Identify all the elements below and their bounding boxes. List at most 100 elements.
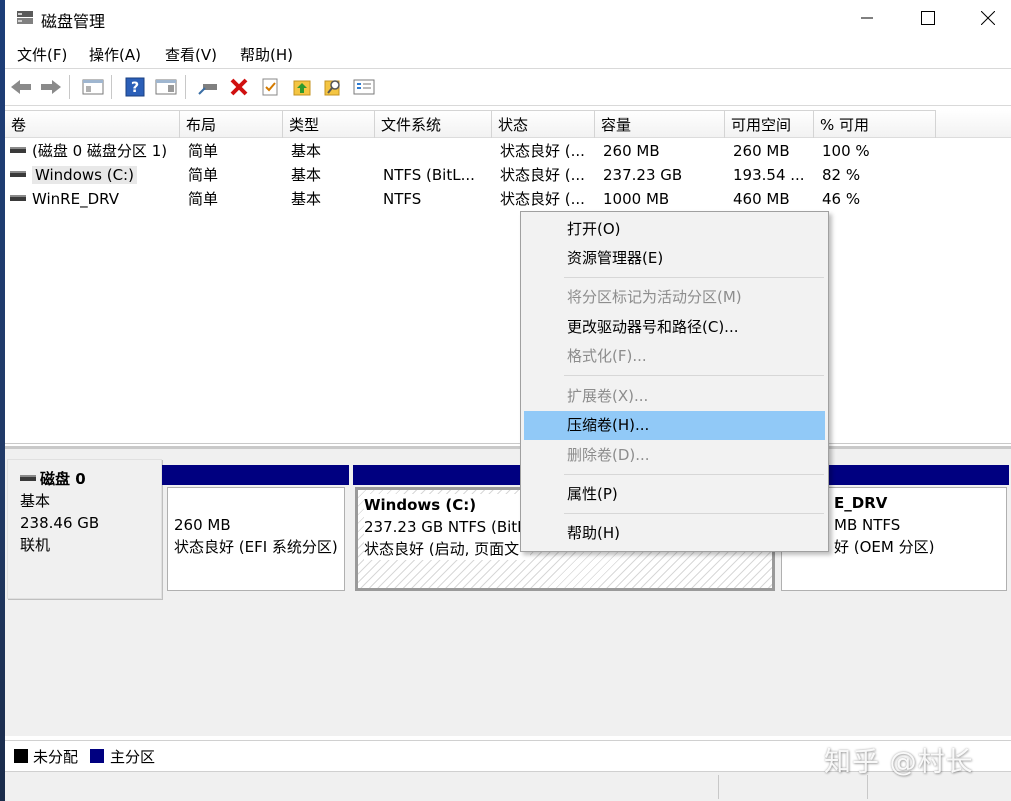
disk-name-line: 磁盘 0 bbox=[20, 468, 161, 490]
delete-button[interactable] bbox=[226, 74, 252, 100]
table-row[interactable]: Windows (C:) 简单 基本 NTFS (BitL... 状态良好 (.… bbox=[5, 163, 1011, 187]
cell-percent-free: 100 % bbox=[822, 142, 870, 160]
properties-icon bbox=[155, 79, 177, 95]
partition-name: Windows (C:) bbox=[364, 496, 477, 514]
list-icon bbox=[353, 79, 375, 95]
legend-primary-swatch bbox=[90, 749, 104, 763]
menu-help[interactable]: 帮助(H) bbox=[240, 44, 293, 65]
watermark: 知乎 @村长 bbox=[824, 747, 974, 778]
minimize-button[interactable] bbox=[844, 0, 890, 36]
column-header-volume[interactable]: 卷 bbox=[5, 110, 180, 138]
partition-header-bar bbox=[162, 465, 349, 485]
disk-graphical-view: 磁盘 0 基本 238.46 GB 联机 260 MB 状态良好 (EFI 系统… bbox=[5, 446, 1011, 736]
partition-size: 237.23 GB NTFS (BitL bbox=[364, 518, 526, 536]
menu-separator bbox=[564, 513, 824, 514]
menu-item-format[interactable]: 格式化(F)... bbox=[524, 342, 825, 371]
maximize-icon bbox=[921, 11, 935, 25]
back-icon bbox=[11, 80, 31, 94]
cell-capacity: 237.23 GB bbox=[603, 166, 683, 184]
table-row[interactable]: WinRE_DRV 简单 基本 NTFS 状态良好 (... 1000 MB 4… bbox=[5, 187, 1011, 211]
maximize-button[interactable] bbox=[905, 0, 951, 36]
search-icon bbox=[324, 80, 340, 96]
up-button[interactable] bbox=[289, 74, 315, 100]
cell-status: 状态良好 (... bbox=[500, 142, 585, 160]
delete-icon bbox=[230, 78, 248, 96]
forward-icon bbox=[41, 80, 61, 94]
cell-type: 基本 bbox=[291, 190, 322, 208]
forward-button[interactable] bbox=[38, 74, 64, 100]
volume-list: 卷 布局 类型 文件系统 状态 容量 可用空间 % 可用 (磁盘 0 磁盘分区 … bbox=[5, 110, 1011, 444]
partition-efi[interactable]: 260 MB 状态良好 (EFI 系统分区) bbox=[167, 487, 345, 591]
column-header-percent-free[interactable]: % 可用 bbox=[814, 110, 936, 138]
menu-item-shrink-volume[interactable]: 压缩卷(H)... bbox=[524, 411, 825, 440]
help-icon: ? bbox=[125, 77, 145, 97]
cell-layout: 简单 bbox=[188, 166, 219, 184]
column-header-filesystem[interactable]: 文件系统 bbox=[375, 110, 492, 138]
disk-icon bbox=[20, 474, 36, 481]
toolbar: ? bbox=[5, 68, 1011, 106]
cell-layout: 简单 bbox=[188, 190, 219, 208]
menu-item-extend-volume[interactable]: 扩展卷(X)... bbox=[524, 382, 825, 411]
help-button[interactable]: ? bbox=[122, 74, 148, 100]
menu-separator bbox=[564, 277, 824, 278]
table-header: 卷 布局 类型 文件系统 状态 容量 可用空间 % 可用 bbox=[5, 110, 1011, 138]
menu-item-properties[interactable]: 属性(P) bbox=[524, 480, 825, 509]
cell-percent-free: 82 % bbox=[822, 166, 861, 184]
connect-icon bbox=[198, 84, 217, 95]
disk-status: 联机 bbox=[20, 536, 51, 554]
menu-action[interactable]: 操作(A) bbox=[89, 44, 141, 65]
cell-free-space: 460 MB bbox=[733, 190, 790, 208]
menu-file[interactable]: 文件(F) bbox=[17, 44, 67, 65]
close-button[interactable] bbox=[965, 0, 1011, 36]
cell-type: 基本 bbox=[291, 166, 322, 184]
cell-free-space: 260 MB bbox=[733, 142, 790, 160]
menu-item-change-drive-letter[interactable]: 更改驱动器号和路径(C)... bbox=[524, 313, 825, 342]
properties-button[interactable] bbox=[153, 74, 179, 100]
column-header-layout[interactable]: 布局 bbox=[180, 110, 283, 138]
menu-bar: 文件(F) 操作(A) 查看(V) 帮助(H) bbox=[5, 38, 1011, 68]
cell-volume-text: (磁盘 0 磁盘分区 1) bbox=[32, 142, 168, 160]
status-divider bbox=[718, 775, 719, 799]
menu-item-open[interactable]: 打开(O) bbox=[524, 215, 825, 244]
cell-status: 状态良好 (... bbox=[500, 190, 585, 208]
list-view-button[interactable] bbox=[351, 74, 377, 100]
context-menu: 打开(O) 资源管理器(E) 将分区标记为活动分区(M) 更改驱动器号和路径(C… bbox=[520, 211, 829, 552]
menu-item-explorer[interactable]: 资源管理器(E) bbox=[524, 244, 825, 273]
menu-separator bbox=[564, 375, 824, 376]
partition-status: 状态良好 (启动, 页面文 bbox=[364, 540, 520, 558]
title-bar: 磁盘管理 bbox=[5, 0, 1011, 38]
legend-unallocated-swatch bbox=[14, 749, 28, 763]
cell-volume-text: WinRE_DRV bbox=[32, 190, 119, 208]
disk-name: 磁盘 0 bbox=[40, 470, 86, 488]
cell-free-space: 193.54 ... bbox=[733, 166, 805, 184]
minimize-icon bbox=[861, 17, 873, 19]
column-header-capacity[interactable]: 容量 bbox=[595, 110, 725, 138]
table-row[interactable]: (磁盘 0 磁盘分区 1) 简单 基本 状态良好 (... 260 MB 260… bbox=[5, 139, 1011, 163]
disk-management-icon bbox=[17, 11, 33, 24]
column-header-status[interactable]: 状态 bbox=[492, 110, 595, 138]
volume-icon bbox=[10, 195, 26, 201]
console-tree-button[interactable] bbox=[80, 74, 106, 100]
legend-primary-label: 主分区 bbox=[110, 748, 156, 766]
svg-text:?: ? bbox=[131, 80, 139, 96]
cell-status: 状态良好 (... bbox=[500, 166, 585, 184]
menu-item-help[interactable]: 帮助(H) bbox=[524, 519, 825, 548]
connect-button[interactable] bbox=[195, 74, 221, 100]
column-header-free-space[interactable]: 可用空间 bbox=[725, 110, 814, 138]
column-header-type[interactable]: 类型 bbox=[283, 110, 375, 138]
toolbar-separator bbox=[69, 75, 70, 99]
disk-type: 基本 bbox=[20, 492, 51, 510]
menu-view[interactable]: 查看(V) bbox=[165, 44, 217, 65]
back-button[interactable] bbox=[8, 74, 34, 100]
partition-status: 状态良好 (EFI 系统分区) bbox=[174, 538, 338, 556]
menu-item-mark-active[interactable]: 将分区标记为活动分区(M) bbox=[524, 283, 825, 312]
up-icon bbox=[293, 80, 311, 96]
disk-size: 238.46 GB bbox=[20, 514, 100, 532]
toolbar-separator bbox=[111, 75, 112, 99]
find-button[interactable] bbox=[320, 74, 346, 100]
check-button[interactable] bbox=[257, 74, 283, 100]
cell-volume: WinRE_DRV bbox=[10, 187, 180, 211]
menu-item-delete-volume[interactable]: 删除卷(D)... bbox=[524, 441, 825, 470]
close-icon bbox=[981, 11, 995, 25]
disk-info-panel[interactable]: 磁盘 0 基本 238.46 GB 联机 bbox=[7, 459, 162, 599]
